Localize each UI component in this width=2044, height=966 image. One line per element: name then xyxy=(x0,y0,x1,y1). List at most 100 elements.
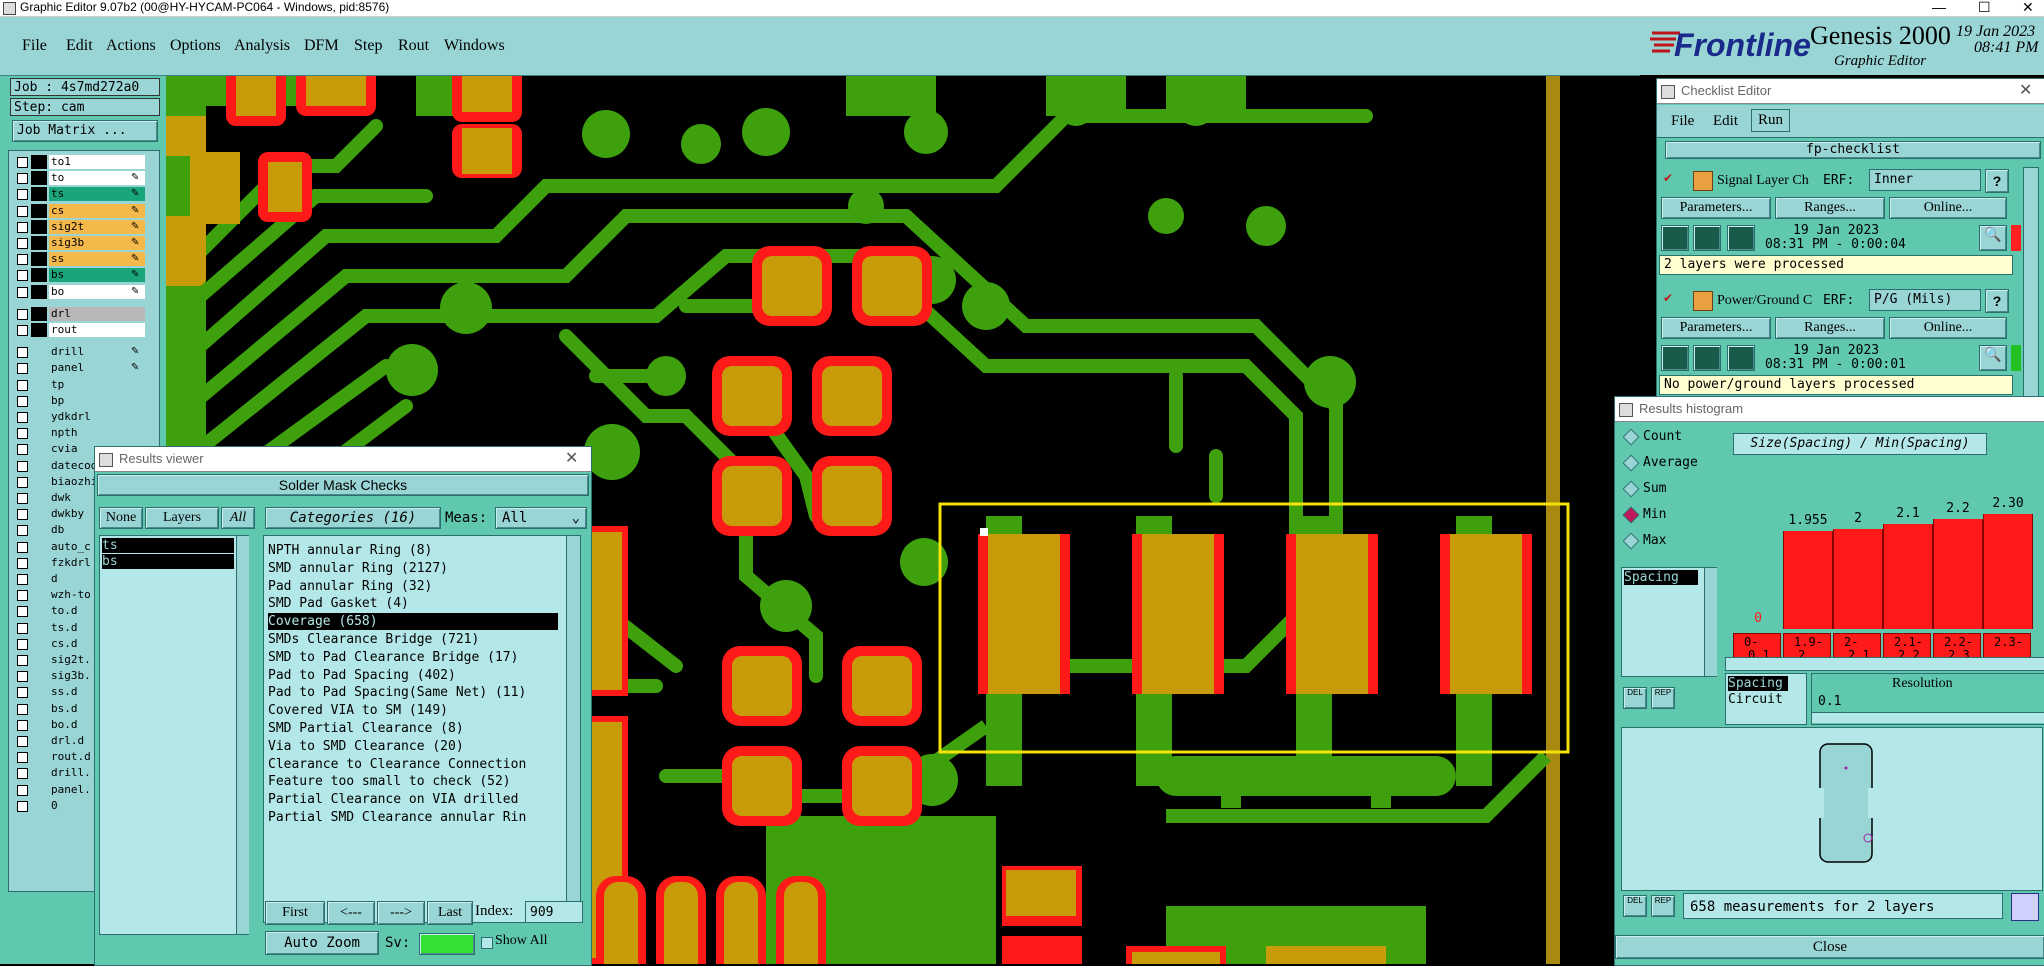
layer-checkbox[interactable] xyxy=(17,395,28,407)
categories-button[interactable]: Categories (16) xyxy=(265,507,441,529)
layer-checkbox[interactable] xyxy=(17,557,28,569)
erf-value[interactable]: Inner xyxy=(1869,169,1981,191)
layer-display-toggle[interactable] xyxy=(31,284,47,299)
sel-item-spacing[interactable]: Spacing xyxy=(1728,676,1788,691)
layer-display-toggle[interactable] xyxy=(31,766,47,781)
layer-name[interactable]: ydkdrl xyxy=(49,410,145,424)
mode-radio-max[interactable]: Max xyxy=(1619,531,1715,551)
checklist-menu-edit[interactable]: Edit xyxy=(1713,113,1738,130)
histogram-bar[interactable] xyxy=(1933,519,1983,629)
layer-display-toggle[interactable] xyxy=(31,588,47,603)
layer-name[interactable]: drl xyxy=(49,306,145,321)
histogram-bar[interactable] xyxy=(1783,531,1833,629)
layer-checkbox[interactable] xyxy=(17,687,28,699)
layer-checkbox[interactable] xyxy=(17,205,28,217)
layer-checkbox[interactable] xyxy=(17,325,28,336)
minimize-button[interactable]: — xyxy=(1932,0,1946,14)
layer-name[interactable]: to1 xyxy=(49,155,145,169)
erf-value[interactable]: P/G (Mils) xyxy=(1869,289,1981,311)
category-item[interactable]: SMD to Pad Clearance Bridge (17) xyxy=(268,649,518,666)
layer-checkbox[interactable] xyxy=(17,541,28,553)
meas-dropdown[interactable]: All ⌄ xyxy=(495,507,587,529)
layer-checkbox[interactable] xyxy=(17,574,28,585)
layer-display-toggle[interactable] xyxy=(31,252,47,267)
maximize-button[interactable]: ☐ xyxy=(1978,0,1991,14)
auto-zoom-dropdown[interactable]: Auto Zoom xyxy=(265,931,379,955)
results-viewer-close-icon[interactable]: ✕ xyxy=(565,447,578,471)
parameters-button[interactable]: Parameters... xyxy=(1661,317,1771,339)
layer-name[interactable]: bp xyxy=(49,393,145,408)
layer-checkbox[interactable] xyxy=(17,189,28,201)
result-layer-item[interactable]: ts xyxy=(102,538,234,553)
layer-checkbox[interactable] xyxy=(17,254,28,266)
online-button[interactable]: Online... xyxy=(1889,317,2007,339)
mode-radio-average[interactable]: Average xyxy=(1619,453,1715,473)
layers-button[interactable]: Layers xyxy=(145,507,219,529)
layer-checkbox[interactable] xyxy=(17,379,28,391)
layer-checkbox[interactable] xyxy=(17,173,28,185)
menu-step[interactable]: Step xyxy=(354,37,382,55)
layer-display-toggle[interactable] xyxy=(31,604,47,619)
layer-name[interactable]: tp xyxy=(49,377,145,392)
histogram-bar[interactable] xyxy=(1833,529,1883,629)
layer-name[interactable]: npth xyxy=(49,426,145,441)
category-item[interactable]: Partial Clearance on VIA drilled xyxy=(268,791,518,808)
category-list-scrollbar[interactable] xyxy=(566,536,580,922)
layer-display-toggle[interactable] xyxy=(31,523,47,538)
layer-display-toggle[interactable] xyxy=(31,219,47,234)
category-item[interactable]: Pad annular Ring (32) xyxy=(268,578,432,595)
rep-button[interactable]: REP xyxy=(1651,687,1675,709)
checklist-menu-file[interactable]: File xyxy=(1671,113,1694,130)
checklist-close-icon[interactable]: ✕ xyxy=(2019,79,2032,103)
layer-display-toggle[interactable] xyxy=(31,203,47,218)
layer-checkbox[interactable] xyxy=(17,157,28,168)
layer-checkbox[interactable] xyxy=(17,286,28,298)
layer-display-toggle[interactable] xyxy=(31,636,47,651)
histogram-list-scrollbar[interactable] xyxy=(1704,568,1717,676)
layer-display-toggle[interactable] xyxy=(31,187,47,202)
sv-color-dropdown[interactable] xyxy=(419,933,475,955)
category-item[interactable]: SMDs Clearance Bridge (721) xyxy=(268,631,479,648)
layer-checkbox[interactable] xyxy=(17,800,28,812)
checklist-menu-run[interactable]: Run xyxy=(1751,109,1791,132)
histogram-bar[interactable] xyxy=(1883,524,1933,629)
category-item[interactable]: SMD Pad Gasket (4) xyxy=(268,595,409,612)
layer-display-toggle[interactable] xyxy=(31,236,47,250)
menu-actions[interactable]: Actions xyxy=(106,37,156,55)
layer-checkbox[interactable] xyxy=(17,606,28,618)
layer-checkbox[interactable] xyxy=(17,784,28,796)
menu-dfm[interactable]: DFM xyxy=(304,37,339,55)
category-item[interactable]: NPTH annular Ring (8) xyxy=(268,542,432,559)
category-item[interactable]: Pad to Pad Spacing(Same Net) (11) xyxy=(268,684,526,701)
layer-display-toggle[interactable] xyxy=(31,268,47,283)
layer-checkbox[interactable] xyxy=(17,590,28,602)
menu-analysis[interactable]: Analysis xyxy=(234,37,290,55)
layer-display-toggle[interactable] xyxy=(31,750,47,765)
layer-checkbox[interactable] xyxy=(17,622,28,634)
ranges-button[interactable]: Ranges... xyxy=(1775,317,1885,339)
layer-checkbox[interactable] xyxy=(17,428,28,440)
action-check-icon[interactable]: ✔ xyxy=(1663,171,1673,185)
layer-checkbox[interactable] xyxy=(17,493,28,504)
histogram-item-list[interactable]: Spacing xyxy=(1621,567,1717,677)
help-icon[interactable]: ? xyxy=(1985,289,2009,313)
layer-display-toggle[interactable] xyxy=(31,685,47,700)
histogram-hscrollbar[interactable] xyxy=(1725,657,2044,671)
histogram-list-item[interactable]: Spacing xyxy=(1624,570,1698,585)
layer-display-toggle[interactable] xyxy=(31,717,47,732)
none-button[interactable]: None xyxy=(99,507,143,529)
layer-checkbox[interactable] xyxy=(17,509,28,521)
layer-checkbox[interactable] xyxy=(17,444,28,456)
category-item[interactable]: Feature too small to check (52) xyxy=(268,773,511,790)
layer-display-toggle[interactable] xyxy=(31,393,47,408)
category-item[interactable]: SMD Partial Clearance (8) xyxy=(268,720,464,737)
menu-options[interactable]: Options xyxy=(170,37,221,55)
layer-display-toggle[interactable] xyxy=(31,442,47,457)
layer-checkbox[interactable] xyxy=(17,363,28,375)
menu-edit[interactable]: Edit xyxy=(66,37,93,55)
layer-result-list[interactable]: ts bs xyxy=(99,535,249,935)
run-icon[interactable] xyxy=(1661,225,1689,251)
layer-checkbox[interactable] xyxy=(17,525,28,537)
layer-display-toggle[interactable] xyxy=(31,572,47,586)
layer-display-toggle[interactable] xyxy=(31,474,47,489)
